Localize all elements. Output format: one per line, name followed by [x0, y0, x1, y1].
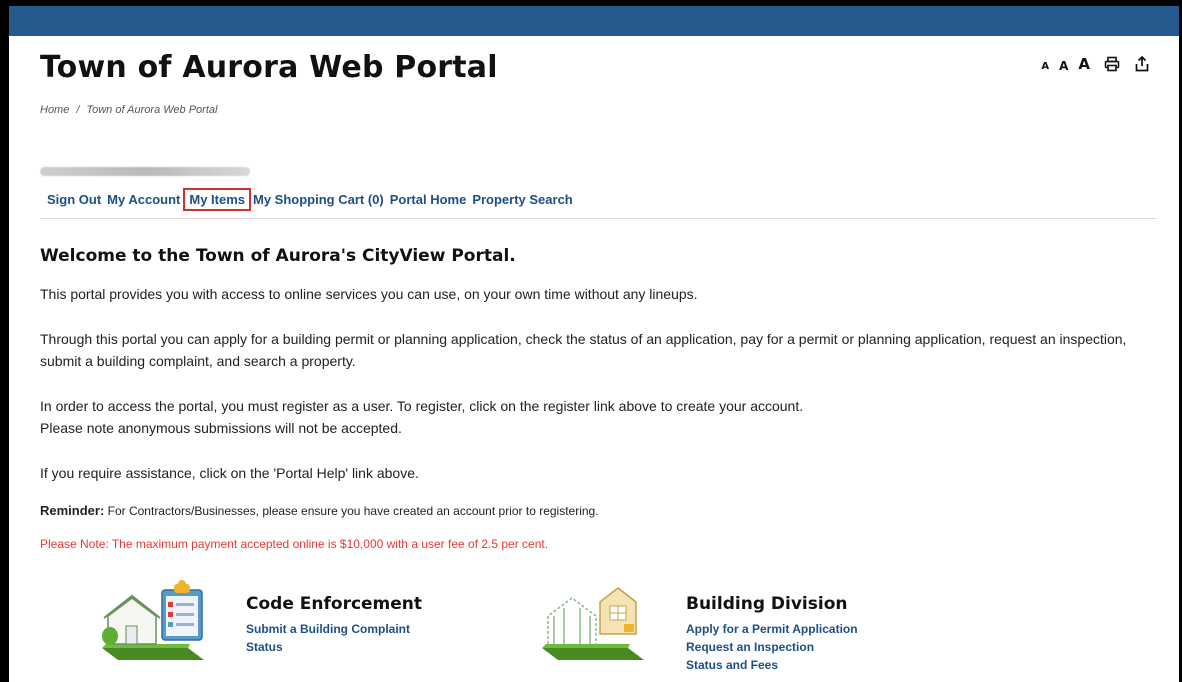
- registration-paragraph: In order to access the portal, you must …: [40, 395, 803, 439]
- services-paragraph: Through this portal you can apply for a …: [40, 331, 1127, 369]
- building-division-links: Apply for a Permit Application Request a…: [686, 622, 858, 672]
- welcome-heading: Welcome to the Town of Aurora's CityView…: [40, 246, 516, 266]
- reminder-body: For Contractors/Businesses, please ensur…: [104, 504, 599, 518]
- font-size-large-button[interactable]: A: [1078, 57, 1090, 72]
- code-enforcement-title: Code Enforcement: [246, 594, 423, 614]
- code-enforcement-links: Submit a Building Complaint Status: [246, 622, 410, 654]
- building-division-icon: [540, 576, 650, 671]
- sign-out-link[interactable]: Sign Out: [47, 192, 101, 207]
- code-enforcement-icon: [100, 576, 210, 671]
- submit-complaint-link[interactable]: Submit a Building Complaint: [246, 622, 410, 636]
- portal-home-link[interactable]: Portal Home: [390, 192, 467, 207]
- breadcrumb: Home / Town of Aurora Web Portal: [40, 104, 217, 116]
- nav-divider: [40, 218, 1156, 219]
- anonymous-note: Please note anonymous submissions will n…: [40, 420, 402, 436]
- font-size-small-button[interactable]: A: [1041, 62, 1049, 72]
- page-title: Town of Aurora Web Portal: [40, 50, 498, 85]
- reminder-label: Reminder:: [40, 503, 105, 518]
- request-inspection-link[interactable]: Request an Inspection: [686, 640, 858, 654]
- code-enforcement-status-link[interactable]: Status: [246, 640, 410, 654]
- my-account-link[interactable]: My Account: [107, 192, 180, 207]
- reminder-text: Reminder: For Contractors/Businesses, pl…: [40, 503, 599, 518]
- site-top-bar: [9, 6, 1179, 36]
- breadcrumb-home-link[interactable]: Home: [40, 104, 69, 116]
- intro-paragraph: This portal provides you with access to …: [40, 286, 698, 302]
- redacted-user-name: [40, 167, 250, 176]
- breadcrumb-separator: /: [76, 104, 80, 116]
- my-items-link[interactable]: My Items: [183, 188, 252, 211]
- share-icon[interactable]: [1134, 56, 1150, 72]
- account-nav: Sign Out My Account My Items My Shopping…: [47, 188, 579, 211]
- font-size-medium-button[interactable]: A: [1059, 60, 1068, 72]
- shopping-cart-link[interactable]: My Shopping Cart (0): [253, 192, 384, 207]
- page-tools: A A A: [1041, 56, 1150, 72]
- apply-permit-link[interactable]: Apply for a Permit Application: [686, 622, 858, 636]
- property-search-link[interactable]: Property Search: [472, 192, 572, 207]
- window-frame-left: [0, 0, 9, 682]
- printer-icon[interactable]: [1104, 56, 1120, 72]
- help-paragraph: If you require assistance, click on the …: [40, 465, 419, 481]
- breadcrumb-current: Town of Aurora Web Portal: [86, 104, 218, 116]
- building-division-title: Building Division: [686, 594, 848, 614]
- registration-text: In order to access the portal, you must …: [40, 398, 804, 414]
- payment-note: Please Note: The maximum payment accepte…: [40, 537, 549, 551]
- status-fees-link[interactable]: Status and Fees: [686, 658, 858, 672]
